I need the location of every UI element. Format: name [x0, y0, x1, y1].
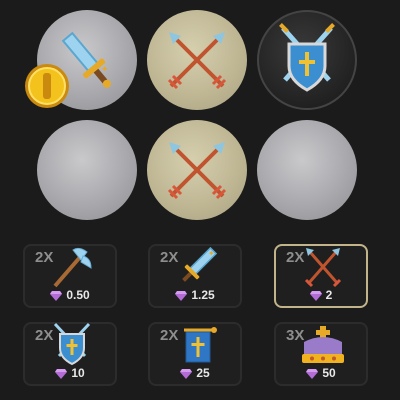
prize-price: 0.50: [25, 288, 115, 302]
gem-icon: [180, 368, 193, 379]
price-value: 0.50: [66, 288, 90, 302]
prize-price: 10: [25, 366, 115, 380]
crossed-arrows-icon: [304, 248, 342, 288]
gold-coin-icon: [25, 64, 69, 108]
price-value: 2: [325, 288, 333, 302]
prize-card-sword[interactable]: 2X ✦ 1.25: [148, 244, 242, 308]
prize-card-axe[interactable]: 2X 0.50: [23, 244, 117, 308]
tile-blank[interactable]: [257, 120, 357, 220]
crown-icon: [302, 326, 344, 363]
prize-card-crossed-arrows[interactable]: 2X 2: [274, 244, 368, 308]
prize-price: 1.25: [150, 288, 240, 302]
price-value: 25: [196, 366, 210, 380]
prize-card-crown[interactable]: 3X 50: [274, 322, 368, 386]
price-value: 50: [322, 366, 336, 380]
gem-icon: [175, 290, 188, 301]
crossed-arrows-icon: [167, 32, 227, 90]
shield-swords-icon: [279, 23, 335, 92]
crossed-arrows-icon: [167, 142, 227, 200]
gem-icon: [306, 368, 319, 379]
svg-text:✦: ✦: [208, 249, 215, 258]
gem-icon: [50, 290, 63, 301]
axe-icon: [53, 247, 92, 288]
prize-card-banner[interactable]: 2X 25: [148, 322, 242, 386]
tile-blank[interactable]: [37, 120, 137, 220]
tile-crossed-arrows[interactable]: [147, 10, 247, 110]
gem-icon: [309, 290, 322, 301]
tile-crossed-arrows[interactable]: [147, 120, 247, 220]
price-value: 10: [71, 366, 85, 380]
prize-price: 25: [150, 366, 240, 380]
prize-card-shield[interactable]: 2X 10: [23, 322, 117, 386]
prize-price: 50: [276, 366, 366, 380]
shield-swords-icon: [53, 322, 91, 366]
price-value: 1.25: [191, 288, 215, 302]
sword-icon: ✦: [182, 246, 218, 282]
banner-icon: [184, 327, 217, 363]
svg-text:✦: ✦: [101, 64, 109, 74]
prize-price: 2: [276, 288, 366, 302]
tile-shield-swords[interactable]: [257, 10, 357, 110]
gem-icon: [55, 368, 68, 379]
